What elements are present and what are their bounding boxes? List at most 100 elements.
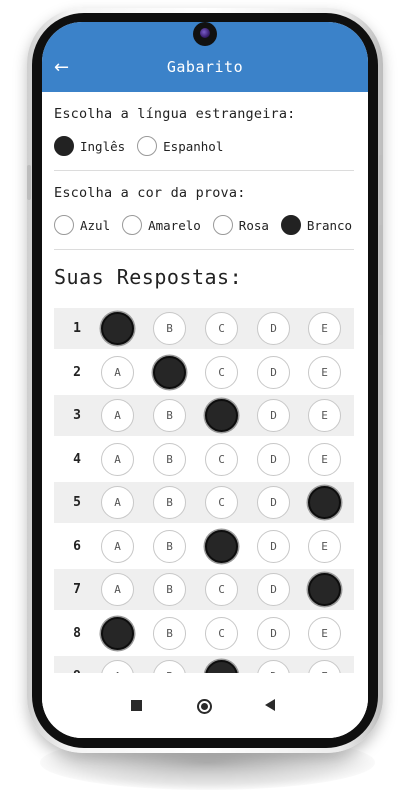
answer-bubble-e[interactable]: E <box>308 660 341 673</box>
answer-row: 1 ABCDE <box>54 308 354 349</box>
radio-ingles[interactable]: Inglês <box>54 136 125 156</box>
answer-bubble-b[interactable]: B <box>153 399 186 432</box>
question-number: 5 <box>73 495 81 510</box>
answer-bubble-e[interactable]: E <box>308 355 341 389</box>
home-icon[interactable] <box>197 699 212 714</box>
answer-bubble-b[interactable]: B <box>153 660 186 673</box>
radio-circle[interactable] <box>212 215 233 235</box>
radio-label: Espanhol <box>163 138 224 154</box>
answer-bubble-b[interactable]: B <box>153 486 186 519</box>
page-title: Gabarito <box>166 58 244 76</box>
answers-title: Suas Respostas: <box>54 265 243 289</box>
answer-bubble-a[interactable]: A <box>101 573 134 606</box>
radio-label: Branco <box>306 217 353 233</box>
answer-row: 9A B C D E <box>54 656 354 673</box>
answer-row: 7 ABCDE <box>54 569 354 610</box>
question-number: 6 <box>73 538 81 554</box>
answer-bubble-e[interactable]: E <box>308 616 341 650</box>
answer-row: 8 ABCDE <box>54 613 354 654</box>
answer-bubble-d[interactable]: D <box>257 616 290 650</box>
language-radio-group: Inglês Espanhol <box>54 136 235 156</box>
answer-bubble-a[interactable]: A <box>101 616 134 650</box>
recent-apps-icon[interactable] <box>131 700 142 711</box>
divider <box>54 170 354 171</box>
answer-bubble-b[interactable]: B <box>153 355 186 389</box>
radio-branco[interactable]: Branco <box>280 215 353 235</box>
radio-circle[interactable] <box>54 136 74 156</box>
front-camera <box>193 22 217 46</box>
answer-bubble-b[interactable]: B <box>153 616 186 650</box>
answer-bubble-d[interactable]: D <box>257 573 290 606</box>
radio-label: Amarelo <box>148 217 201 233</box>
answer-bubble-c[interactable]: C <box>205 312 238 345</box>
answer-bubble-d[interactable]: D <box>257 442 290 476</box>
answer-row: 3 ABCDE <box>54 395 354 436</box>
radio-label: Azul <box>80 217 111 233</box>
radio-label: Rosa <box>238 217 269 233</box>
answer-bubble-c[interactable]: C <box>205 573 238 606</box>
answer-bubble-b[interactable]: B <box>153 312 186 345</box>
radio-azul[interactable]: Azul <box>54 215 110 235</box>
answer-row: 5 ABCDE <box>54 482 354 523</box>
answer-bubble-c[interactable]: C <box>205 616 238 650</box>
answer-bubble-d[interactable]: D <box>257 486 290 519</box>
back-icon[interactable] <box>265 699 275 711</box>
question-number: 9 <box>54 669 100 673</box>
radio-circle[interactable] <box>280 215 301 235</box>
answer-bubble-c[interactable]: C <box>205 399 238 432</box>
radio-circle[interactable] <box>137 136 158 156</box>
answer-bubble-a[interactable]: A <box>101 529 134 563</box>
side-button <box>379 155 383 200</box>
radio-amarelo[interactable]: Amarelo <box>122 215 201 235</box>
side-button <box>379 225 383 335</box>
answer-bubble-e[interactable]: E <box>308 312 341 345</box>
answer-bubble-d[interactable]: D <box>257 399 290 432</box>
question-number: 3 <box>73 408 81 423</box>
side-button <box>27 165 31 200</box>
answer-bubble-e[interactable]: E <box>308 486 341 519</box>
phone-screen: ← Gabarito Escolha a língua estrangeira:… <box>42 22 368 738</box>
question-number: 1 <box>73 321 81 336</box>
radio-label: Inglês <box>80 138 126 154</box>
answer-bubble-a[interactable]: A <box>101 660 134 673</box>
answer-bubble-e[interactable]: E <box>308 573 341 606</box>
question-number: 2 <box>73 364 81 380</box>
answer-bubble-c[interactable]: C <box>205 442 238 476</box>
color-label: Escolha a cor da prova: <box>54 185 246 201</box>
answer-bubble-a[interactable]: A <box>101 312 134 345</box>
language-label: Escolha a língua estrangeira: <box>54 106 296 122</box>
radio-rosa[interactable]: Rosa <box>212 215 269 235</box>
app-bar: ← Gabarito <box>42 22 368 92</box>
question-number: 4 <box>73 451 81 467</box>
answer-bubble-d[interactable]: D <box>257 312 290 345</box>
answer-sheet: 1ABCDE2ABCDE3ABCDE4ABCDE5ABCDE6ABCDE7ABC… <box>54 308 354 673</box>
answer-row: 2 ABCDE <box>54 352 354 393</box>
color-radio-group: Azul Amarelo Rosa Branco <box>54 215 352 235</box>
radio-espanhol[interactable]: Espanhol <box>137 136 223 156</box>
question-number: 7 <box>73 582 81 597</box>
answer-row: 6 ABCDE <box>54 526 354 567</box>
answer-bubble-b[interactable]: B <box>153 529 186 563</box>
radio-circle[interactable] <box>54 215 74 235</box>
radio-circle[interactable] <box>122 215 143 235</box>
answer-bubble-c[interactable]: C <box>205 660 238 673</box>
system-nav-bar <box>42 684 368 738</box>
question-number: 8 <box>73 625 81 641</box>
answer-bubble-e[interactable]: E <box>308 529 341 563</box>
answer-bubble-e[interactable]: E <box>308 399 341 432</box>
answer-bubble-b[interactable]: B <box>153 442 186 476</box>
divider <box>54 249 354 250</box>
answer-bubble-c[interactable]: C <box>205 355 238 389</box>
answer-bubble-c[interactable]: C <box>205 529 238 563</box>
answer-bubble-e[interactable]: E <box>308 442 341 476</box>
answer-bubble-a[interactable]: A <box>101 442 134 476</box>
answer-bubble-d[interactable]: D <box>257 355 290 389</box>
answer-bubble-a[interactable]: A <box>101 399 134 432</box>
answer-bubble-d[interactable]: D <box>257 529 290 563</box>
answer-bubble-a[interactable]: A <box>101 355 134 389</box>
answer-bubble-a[interactable]: A <box>101 486 134 519</box>
answer-bubble-b[interactable]: B <box>153 573 186 606</box>
answer-bubble-c[interactable]: C <box>205 486 238 519</box>
answer-bubble-d[interactable]: D <box>257 660 290 673</box>
answer-row: 4 ABCDE <box>54 439 354 480</box>
